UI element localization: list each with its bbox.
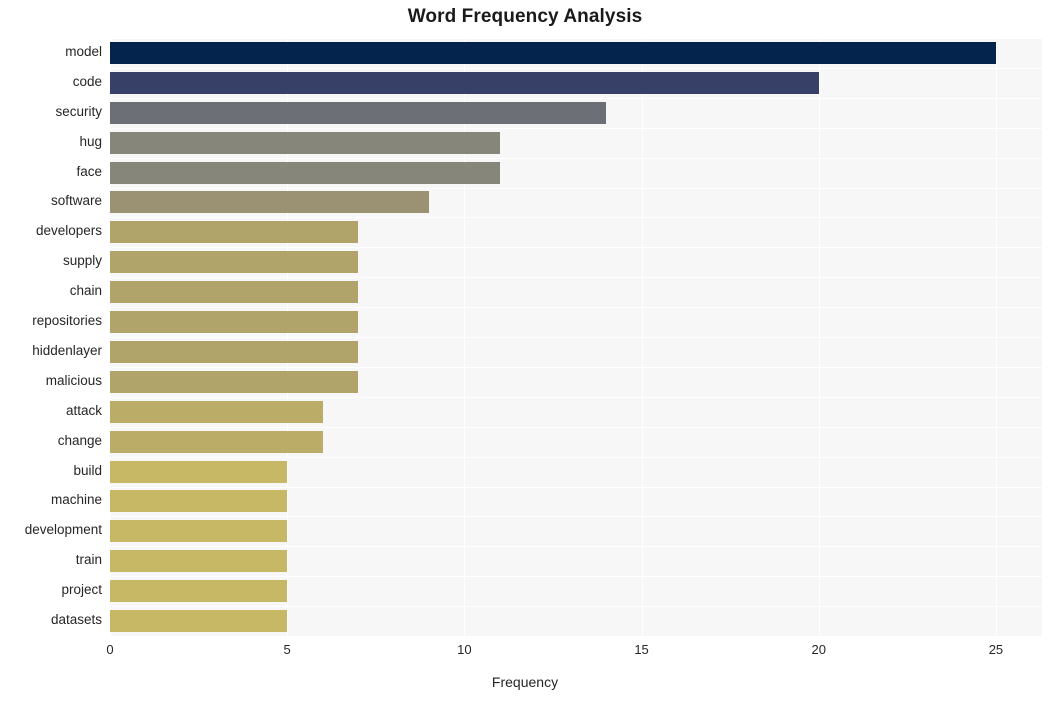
y-axis-tick-label: malicious	[45, 372, 102, 388]
y-axis-tick-label: developers	[35, 223, 102, 239]
y-axis-tick-label: hiddenlayer	[32, 342, 102, 358]
y-axis-tick-label: hug	[79, 133, 102, 149]
x-axis-tick-label: 10	[457, 642, 472, 657]
y-axis-tick-label: software	[50, 193, 102, 209]
y-axis-tick-label: machine	[50, 492, 102, 508]
chart-title: Word Frequency Analysis	[407, 6, 643, 27]
y-axis-tick-label: supply	[62, 253, 102, 269]
y-axis-tick-label: chain	[69, 283, 102, 299]
x-axis-tick-label: 5	[283, 642, 291, 657]
y-axis-tick-label: attack	[65, 402, 102, 418]
y-axis-tick-label: development	[24, 522, 102, 538]
y-axis-tick-label: train	[75, 552, 102, 568]
x-axis-title: Frequency	[491, 674, 559, 690]
x-axis-tick-labels: 0 5 10 15 20 25	[0, 636, 1050, 666]
x-axis-tick-label: 0	[106, 642, 114, 657]
y-axis-tick-label: model	[65, 43, 102, 59]
x-axis-tick-label: 25	[988, 642, 1004, 657]
y-axis-tick-label: change	[57, 432, 102, 448]
y-axis-tick-label: face	[76, 163, 102, 179]
chart-figure: Word Frequency Analysis model code securit…	[0, 0, 1050, 701]
x-axis-tick-label: 15	[634, 642, 649, 657]
x-axis-tick-label: 20	[811, 642, 826, 657]
y-axis-tick-label: datasets	[50, 612, 102, 628]
y-axis-tick-label: project	[61, 582, 102, 598]
y-axis-tick-label: code	[72, 73, 102, 89]
y-axis-tick-label: build	[73, 462, 102, 478]
y-axis-tick-label: repositories	[32, 313, 102, 329]
y-axis-tick-labels: model code security hug face software develope…	[0, 38, 1050, 636]
y-axis-tick-label: security	[55, 103, 102, 119]
